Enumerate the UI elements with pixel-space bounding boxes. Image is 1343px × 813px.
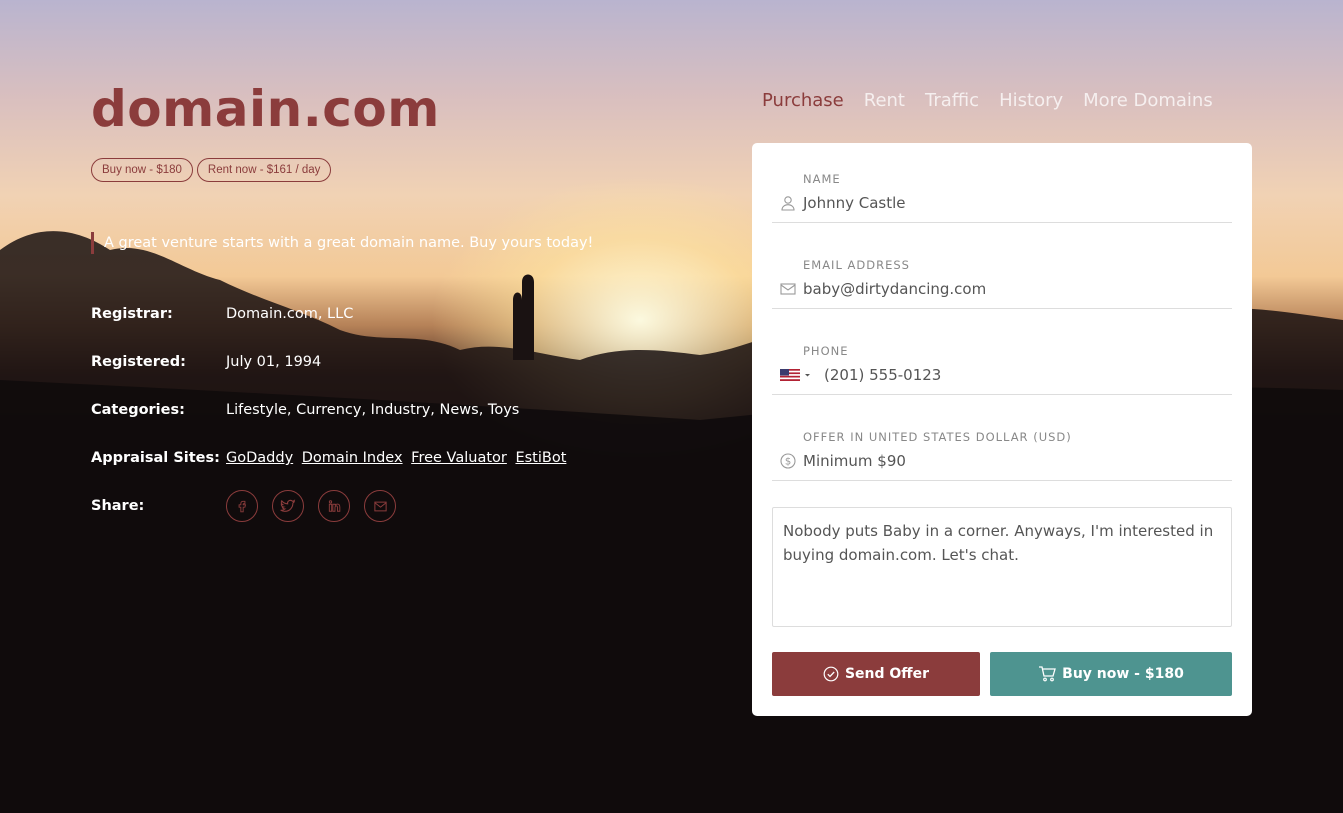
svg-text:$: $ xyxy=(785,457,791,468)
offer-field[interactable]: Offer in United States Dollar (USD) $ Mi… xyxy=(772,401,1232,481)
phone-input[interactable]: (201) 555-0123 xyxy=(824,366,941,384)
nav-rent[interactable]: Rent xyxy=(864,90,905,111)
nav-traffic[interactable]: Traffic xyxy=(925,90,979,111)
name-field[interactable]: Name Johnny Castle xyxy=(772,143,1232,223)
offer-input[interactable]: Minimum $90 xyxy=(803,452,906,470)
rent-now-pill[interactable]: Rent now - $161 / day xyxy=(196,158,332,182)
share-row: Share: xyxy=(91,490,570,544)
send-offer-label: Send Offer xyxy=(844,666,930,682)
twitter-icon[interactable] xyxy=(272,490,304,522)
registrar-label: Registrar: xyxy=(91,306,173,322)
user-icon xyxy=(781,196,795,211)
registered-row: Registered: July 01, 1994 xyxy=(91,352,570,400)
registered-value: July 01, 1994 xyxy=(226,354,322,370)
categories-row: Categories: Lifestyle, Currency, Industr… xyxy=(91,400,570,448)
share-icons xyxy=(226,488,396,544)
appraisal-link-godaddy[interactable]: GoDaddy xyxy=(226,450,293,466)
email-label: Email Address xyxy=(803,258,910,272)
categories-value: Lifestyle, Currency, Industry, News, Toy… xyxy=(226,402,520,418)
top-nav: Purchase Rent Traffic History More Domai… xyxy=(762,90,1213,111)
offer-label: Offer in United States Dollar (USD) xyxy=(803,430,1072,444)
phone-label: Phone xyxy=(803,344,849,358)
nav-purchase[interactable]: Purchase xyxy=(762,90,844,111)
buy-now-button[interactable]: Buy now - $180 xyxy=(990,652,1232,696)
cart-icon xyxy=(1039,666,1057,682)
us-flag-icon[interactable] xyxy=(780,369,810,381)
domain-title: domain.com xyxy=(91,80,440,138)
buy-now-pill[interactable]: Buy now - $180 xyxy=(91,158,193,182)
email-icon[interactable] xyxy=(364,490,396,522)
envelope-icon xyxy=(780,283,796,295)
buy-now-label: Buy now - $180 xyxy=(1062,666,1184,682)
email-field[interactable]: Email Address baby@dirtydancing.com xyxy=(772,229,1232,309)
registered-label: Registered: xyxy=(91,354,186,370)
email-input[interactable]: baby@dirtydancing.com xyxy=(803,280,986,298)
nav-history[interactable]: History xyxy=(999,90,1063,111)
offer-form-card: Name Johnny Castle Email Address baby@di… xyxy=(752,143,1252,716)
categories-label: Categories: xyxy=(91,402,185,418)
facebook-icon[interactable] xyxy=(226,490,258,522)
dollar-icon: $ xyxy=(780,453,796,469)
appraisal-link-free-valuator[interactable]: Free Valuator xyxy=(411,450,507,466)
send-offer-button[interactable]: Send Offer xyxy=(772,652,980,696)
name-input[interactable]: Johnny Castle xyxy=(803,194,906,212)
domain-details: Registrar: Domain.com, LLC Registered: J… xyxy=(91,304,570,544)
appraisal-link-estibot[interactable]: EstiBot xyxy=(515,450,566,466)
registrar-row: Registrar: Domain.com, LLC xyxy=(91,304,570,352)
appraisal-link-domain-index[interactable]: Domain Index xyxy=(302,450,403,466)
check-circle-icon xyxy=(823,666,839,682)
price-pills: Buy now - $180 Rent now - $161 / day xyxy=(91,158,332,182)
linkedin-icon[interactable] xyxy=(318,490,350,522)
message-textarea[interactable]: Nobody puts Baby in a corner. Anyways, I… xyxy=(772,507,1232,627)
registrar-value: Domain.com, LLC xyxy=(226,306,354,322)
name-label: Name xyxy=(803,172,841,186)
appraisal-label: Appraisal Sites: xyxy=(91,450,220,466)
share-label: Share: xyxy=(91,498,145,514)
nav-more-domains[interactable]: More Domains xyxy=(1083,90,1213,111)
phone-field[interactable]: Phone (201) 555-0123 xyxy=(772,315,1232,395)
tagline: A great venture starts with a great doma… xyxy=(91,232,593,254)
